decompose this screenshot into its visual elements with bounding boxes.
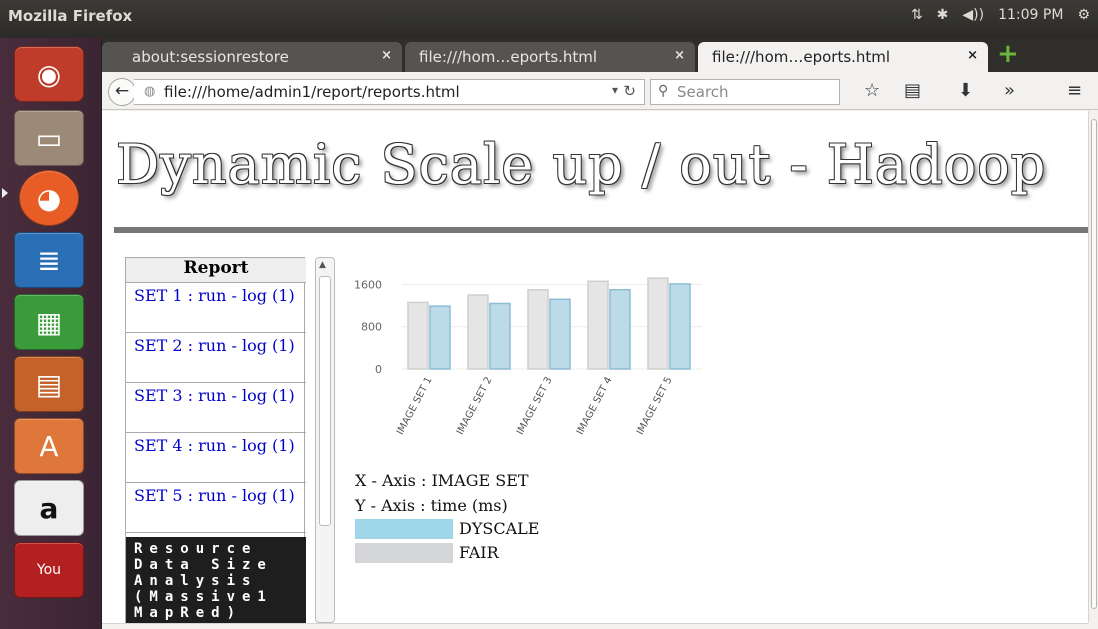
clock[interactable]: 11:09 PM [998,7,1063,23]
title-divider [114,227,1088,233]
page-horizontal-scrollbar[interactable] [102,623,1088,629]
back-arrow-icon[interactable]: ← [108,78,136,106]
indicator-area: ⇅ ✱ ◀)) 11:09 PM ⚙ [911,7,1090,23]
close-icon[interactable]: × [674,48,685,63]
window-title: Mozilla Firefox [8,7,133,25]
tab-reports-2[interactable]: file:///hom…eports.html × [698,42,988,72]
reading-list-icon[interactable]: ▤ [904,80,921,101]
report-list-panel: Report SET 1 : run - log (1) SET 2 : run… [125,257,306,623]
report-heading: Report [126,258,306,283]
software-center-icon[interactable]: A [14,418,84,474]
search-input[interactable]: ⚲ Search [650,79,840,105]
page-scroll-thumb[interactable] [1091,119,1097,609]
tab-label: file:///hom…eports.html [419,48,598,66]
launcher: ◉ ▭ ◕ ≣ ▦ ▤ A a You [0,38,102,629]
tab-label: about:sessionrestore [132,48,289,66]
report-link-set-3[interactable]: SET 3 : run - log (1) [126,383,306,433]
libreoffice-calc-icon[interactable]: ▦ [14,294,84,350]
system-top-bar: Mozilla Firefox ⇅ ✱ ◀)) 11:09 PM ⚙ [0,0,1098,38]
download-arrow-icon[interactable]: ⬇ [958,80,973,101]
tab-label: file:///hom…eports.html [712,48,891,66]
search-icon: ⚲ [658,83,669,99]
x-tick-label: IMAGE SET 3 [515,375,555,437]
new-tab-plus-icon[interactable]: + [997,41,1019,67]
page-content: Dynamic Scale up / out - Hadoop Report S… [102,111,1088,623]
close-icon[interactable]: × [967,48,978,63]
x-tick-label: IMAGE SET 2 [455,375,495,437]
x-tick-label: IMAGE SET 4 [575,375,615,437]
x-axis-description: X - Axis : IMAGE SET [355,471,529,490]
close-icon[interactable]: × [381,48,392,63]
globe-icon: ◍ [144,84,156,99]
time-bar-chart: 1600 800 0 IMAGE SET 1 IMAGE SET 2 IMAGE SET … [354,277,702,437]
scroll-up-icon[interactable]: ▲ [319,260,326,270]
fair-label: FAIR [459,543,499,562]
bar-fair [527,288,549,370]
page-vertical-scrollbar[interactable] [1088,111,1098,623]
bluetooth-icon[interactable]: ✱ [937,7,949,23]
firefox-icon[interactable]: ◕ [19,170,79,226]
amazon-icon[interactable]: a [14,480,84,536]
report-link-set-2[interactable]: SET 2 : run - log (1) [126,333,306,383]
report-link-set-1[interactable]: SET 1 : run - log (1) [126,283,306,333]
scroll-thumb[interactable] [319,276,331,526]
resource-terminal-box: Resource Data Size Analysis (Massive1 Ma… [126,537,306,623]
libreoffice-writer-icon[interactable]: ≣ [14,232,84,288]
bar-fair [467,294,489,370]
chevron-down-icon[interactable]: ▾ [612,83,618,97]
youtube-icon[interactable]: You [14,542,84,598]
running-indicator [2,188,8,198]
url-bar[interactable]: ◍ file:///home/admin1/report/reports.htm… [134,79,645,105]
bookmark-star-icon[interactable]: ☆ [864,80,880,101]
y-tick-label: 0 [375,363,382,376]
bar-fair [587,280,609,370]
ubuntu-dash-icon[interactable]: ◉ [14,46,84,102]
report-link-set-5[interactable]: SET 5 : run - log (1) [126,483,306,533]
dyscale-label: DYSCALE [459,519,540,538]
y-tick-label: 800 [361,321,382,334]
tab-strip: about:sessionrestore × file:///hom…eport… [102,38,1098,72]
bar-dyscale [489,302,511,370]
y-axis-description: Y - Axis : time (ms) [355,496,508,515]
report-panel-scrollbar[interactable]: ▲ [315,257,335,623]
bar-dyscale [669,283,691,370]
network-icon[interactable]: ⇅ [911,7,923,23]
libreoffice-impress-icon[interactable]: ▤ [14,356,84,412]
files-icon[interactable]: ▭ [14,110,84,166]
fair-swatch [355,543,453,563]
page-title: Dynamic Scale up / out - Hadoop [116,133,1047,196]
dyscale-swatch [355,519,453,539]
x-tick-label: IMAGE SET 5 [635,375,675,437]
navigation-bar: ← ◍ file:///home/admin1/report/reports.h… [102,72,1098,110]
bar-dyscale [429,305,451,370]
report-link-set-4[interactable]: SET 4 : run - log (1) [126,433,306,483]
bar-dyscale [609,288,631,370]
bar-dyscale [549,298,571,370]
bar-fair [407,301,429,370]
bar-fair [647,277,669,370]
hamburger-menu-icon[interactable]: ≡ [1067,80,1082,101]
overflow-chevron-icon[interactable]: » [1004,80,1015,101]
search-placeholder: Search [677,83,729,101]
y-tick-label: 1600 [354,278,382,291]
tab-reports-1[interactable]: file:///hom…eports.html × [405,42,695,72]
reload-icon[interactable]: ↻ [623,82,636,100]
settings-gear-icon[interactable]: ⚙ [1077,7,1090,23]
x-tick-label: IMAGE SET 1 [395,375,435,437]
volume-icon[interactable]: ◀)) [962,7,984,23]
url-text: file:///home/admin1/report/reports.html [164,83,460,101]
tab-sessionrestore[interactable]: about:sessionrestore × [102,42,402,72]
